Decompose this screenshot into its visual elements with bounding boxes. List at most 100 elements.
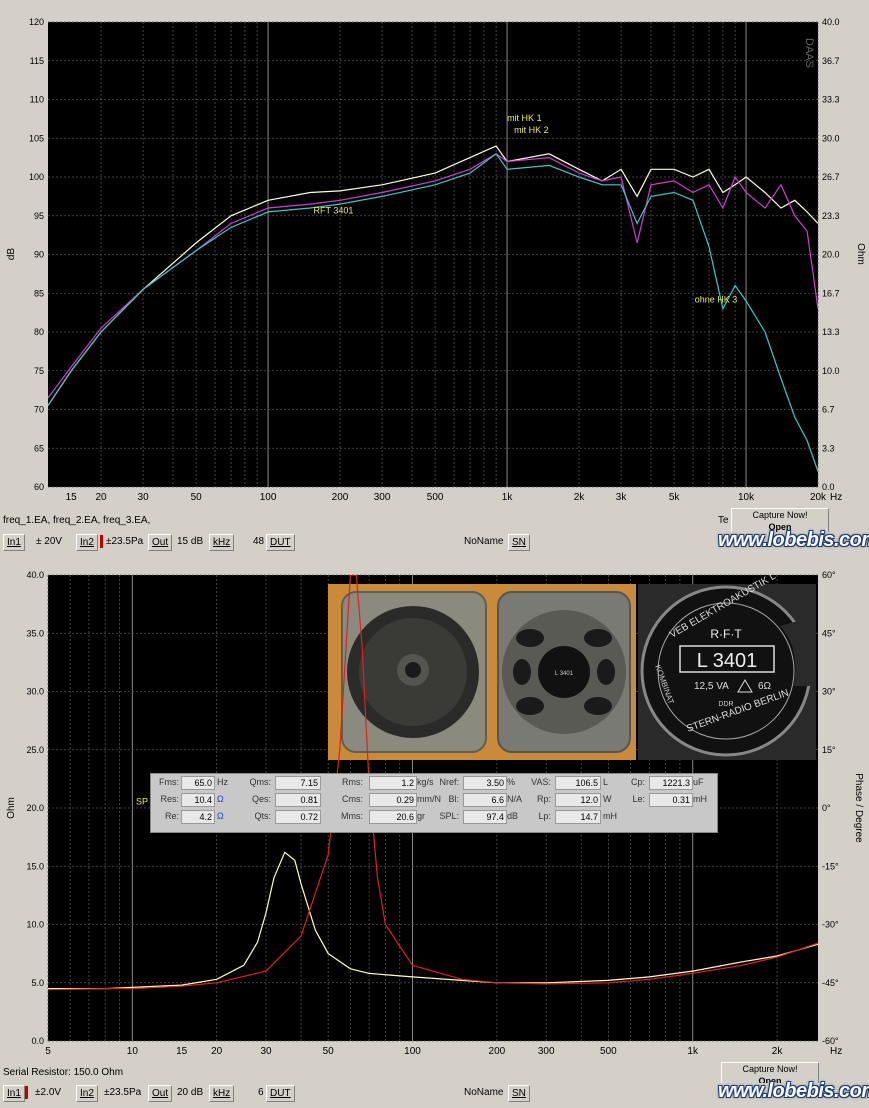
y-right-tick-label: -15° [822,861,839,871]
y-right-tick-label: -30° [822,920,839,930]
input2-button[interactable]: In2 [76,534,98,551]
rp-value: 12.0 [555,793,601,807]
y-tick-label: 40.0 [26,570,44,580]
qts-value: 0.72 [275,810,321,824]
y-tick-label: 5.0 [31,978,44,988]
x-tick-label: 5k [669,492,681,503]
x-tick-label: 50 [191,492,203,503]
qes-value: 0.81 [275,793,321,807]
label-impedance: 6Ω [758,681,772,692]
khz-button[interactable]: kHz [209,534,235,551]
watermark: DAAS [803,38,815,68]
x-tick-label: 200 [489,1046,506,1057]
x-tick-label: 3k [616,492,628,503]
te-label: Te [718,515,729,526]
serial-number-button-2[interactable]: SN [508,1085,530,1102]
x-tick-label: 30 [260,1046,272,1057]
y-tick-label: 25.0 [26,745,44,755]
y-right-tick-label: 23.3 [822,211,840,221]
dut-button[interactable]: DUT [266,534,295,551]
x-tick-label: 20 [95,492,107,503]
y-tick-label: 0.0 [31,1036,44,1046]
y-tick-label: 85 [34,288,44,298]
serial-number-button[interactable]: SN [508,534,530,551]
le-value: 0.31 [649,793,693,807]
y-right-tick-label: 0.0 [822,482,835,492]
x-tick-label: 5 [45,1046,51,1057]
bl-value: 6.6 [463,793,507,807]
x-tick-label: 15 [176,1046,188,1057]
x-axis-unit: Hz [830,492,842,503]
output-gain: 15 dB [177,536,204,547]
y-tick-label: 110 [30,95,44,105]
y-right-tick-label: 15° [822,745,836,755]
y-right-tick-label: 45° [822,628,836,638]
y-tick-label: 35.0 [26,628,44,638]
cp-value: 1221.3 [649,776,693,790]
y-right-tick-label: 60° [822,570,836,580]
file-list: freq_1.EA, freq_2.EA, freq_3.EA, [3,515,151,526]
input2-button-2[interactable]: In2 [76,1085,98,1102]
y-right-tick-label: 33.3 [822,95,840,105]
label-rft: R·F·T [710,627,742,641]
y-right-tick-label: 40.0 [822,17,840,27]
annotation-label: mit HK 2 [514,125,549,135]
x-tick-label: 500 [600,1046,617,1057]
back-label-text: L 3401 [555,671,574,677]
y-tick-label: 30.0 [26,687,44,697]
input1-button[interactable]: In1 [3,534,25,551]
annotation-label: ohne HK 3 [695,295,738,305]
dut-button-2[interactable]: DUT [266,1085,295,1102]
x-tick-label: 15 [66,492,78,503]
brand-watermark-2: www.lobebis.com [718,1080,869,1102]
x-tick-label: 300 [538,1046,555,1057]
x-tick-label: 10k [738,492,755,503]
spl-value: 97.4 [463,810,507,824]
y-right-tick-label: 26.7 [822,172,840,182]
input1-button-2[interactable]: In1 [3,1085,25,1102]
annotation-label: RFT 3401 [314,205,354,215]
x-tick-label: 500 [427,492,444,503]
y-tick-label: 95 [34,211,44,221]
x-tick-label: 1k [687,1046,699,1057]
y-tick-label: 60 [34,482,44,492]
device-name: NoName [464,536,504,547]
input1-range-2: ±2.0V [35,1087,62,1098]
x-tick-label: 1k [502,492,514,503]
y-right-tick-label: 6.7 [822,405,835,415]
y-tick-label: 20.0 [26,803,44,813]
khz-button-2[interactable]: kHz [209,1085,235,1102]
y-tick-label: 10.0 [26,920,44,930]
frequency-response-chart: DAAS 120 40.0 115 36.7 110 33.3 105 30.0 100 26.7… [0,0,869,512]
y-right-tick-label: -60° [822,1036,839,1046]
input2-range-2: ±23.5Pa [104,1087,142,1098]
y-axis-right-label: Phase / Degree [853,773,864,843]
output-button-2[interactable]: Out [148,1085,173,1102]
y-right-tick-label: 30.0 [822,133,840,143]
input2-range: ±23.5Pa [106,536,144,547]
output-button[interactable]: Out [148,534,173,551]
y-right-tick-label: 13.3 [822,327,840,337]
x-tick-label: 2k [772,1046,784,1057]
speaker-photos: L 3401 VEB ELEKTROAKUSTIK L R·F·T L 3401… [328,571,816,760]
y-tick-label: 100 [29,172,44,182]
serial-resistor-status: Serial Resistor: 150.0 Ohm [3,1067,124,1078]
x-tick-label: 300 [374,492,391,503]
mms-value: 20.6 [369,810,417,824]
vas-value: 106.5 [555,776,601,790]
y-right-tick-label: 20.0 [822,250,840,260]
cms-value: 0.29 [369,793,417,807]
level-indicator-2 [25,1086,28,1099]
nref-value: 3.50 [463,776,507,790]
res-value: 10.4 [181,793,215,807]
y-tick-label: 65 [34,443,44,453]
x-tick-label: 50 [323,1046,335,1057]
y-right-tick-label: 30° [822,687,836,697]
lp-value: 14.7 [555,810,601,824]
x-tick-label: 2k [574,492,586,503]
x-axis-unit: Hz [830,1046,842,1057]
frequency-response-panel: DAAS 120 40.0 115 36.7 110 33.3 105 30.0 100 26.7… [0,0,869,553]
fms-value: 65.0 [181,776,215,790]
y-axis-label: Ohm [6,797,17,819]
x-tick-label: 10 [127,1046,139,1057]
